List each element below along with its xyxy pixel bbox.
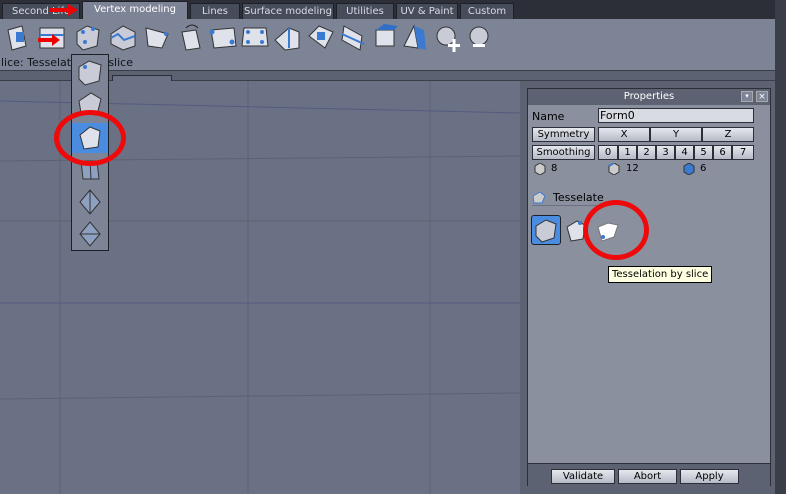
rotate-icon[interactable] [176,22,206,52]
edge-count: 12 [626,163,639,174]
panel-title: Properties [528,89,770,105]
quadrangulate-icon[interactable] [75,219,105,249]
bevel-icon[interactable] [37,22,67,52]
smoothing-button[interactable]: Smoothing [532,145,595,160]
add-vertex-icon[interactable] [432,22,462,52]
panel-footer: Validate Abort Apply [528,463,770,486]
tab-vertex-modeling[interactable]: Vertex modeling [82,1,188,19]
smoothing-1[interactable]: 1 [618,145,637,160]
name-label: Name [532,110,565,123]
viewport-header [0,71,776,82]
smoothing-6[interactable]: 6 [713,145,732,160]
smoothing-4[interactable]: 4 [675,145,694,160]
tesselate-section-label: Tesselate [553,191,604,204]
smoothing-3[interactable]: 3 [656,145,675,160]
symmetry-y[interactable]: Y [650,127,702,142]
inset-icon[interactable] [305,22,335,52]
vertex-count-icon [534,163,546,175]
red-arrow-icon [50,4,78,16]
box-extrude-icon[interactable] [370,22,400,52]
split-icon[interactable] [240,22,270,52]
tesselate-icon[interactable] [73,22,103,52]
tab-bar: Second Life Vertex modeling Lines Surfac… [0,0,786,19]
tesselate-icon[interactable] [75,57,105,87]
red-annotation-circle [54,110,126,166]
move-vertex-icon[interactable] [142,22,172,52]
remove-vertex-icon[interactable] [465,22,495,52]
face-count-icon [683,163,695,175]
symmetry-z[interactable]: Z [702,127,754,142]
validate-button[interactable]: Validate [551,469,615,484]
smoothing-5[interactable]: 5 [694,145,713,160]
tesselate-mode-button[interactable] [531,215,561,245]
cut-icon[interactable] [108,22,138,52]
symmetry-button[interactable]: Symmetry [532,127,595,142]
abort-button[interactable]: Abort [618,469,677,484]
close-icon[interactable]: × [756,91,768,102]
tab-surface-modeling[interactable]: Surface modeling [242,3,334,19]
red-annotation-circle [583,200,649,260]
tab-utilities[interactable]: Utilities [336,3,394,19]
symmetry-x[interactable]: X [598,127,650,142]
tab-uv-paint[interactable]: UV & Paint [396,3,458,19]
vertex-count: 8 [551,163,558,174]
extrude-icon[interactable] [4,22,34,52]
tooltip: Tesselation by slice [608,266,713,283]
scrollbar[interactable] [775,0,786,494]
edge-count-icon [608,163,620,175]
triangulate-icon[interactable] [75,187,105,217]
apply-button[interactable]: Apply [680,469,739,484]
tab-lines[interactable]: Lines [190,3,240,19]
smoothing-2[interactable]: 2 [637,145,656,160]
status-text: lice: Tesselation by slice [1,56,133,69]
cylinder-icon[interactable] [273,22,303,52]
smoothing-0[interactable]: 0 [598,145,618,160]
flip-icon[interactable] [400,22,430,52]
tab-custom[interactable]: Custom [460,3,514,19]
tesselate-icon [535,219,557,243]
name-input[interactable]: Form0 [598,108,754,123]
edge-slide-icon[interactable] [338,22,368,52]
smoothing-7[interactable]: 7 [732,145,754,160]
properties-panel: Properties ▾ × Name Form0 Symmetry X Y Z… [527,88,771,486]
face-count: 6 [700,163,707,174]
collapse-icon[interactable]: ▾ [741,91,753,102]
weld-icon[interactable] [208,22,238,52]
tesselate-section-icon [532,192,546,204]
